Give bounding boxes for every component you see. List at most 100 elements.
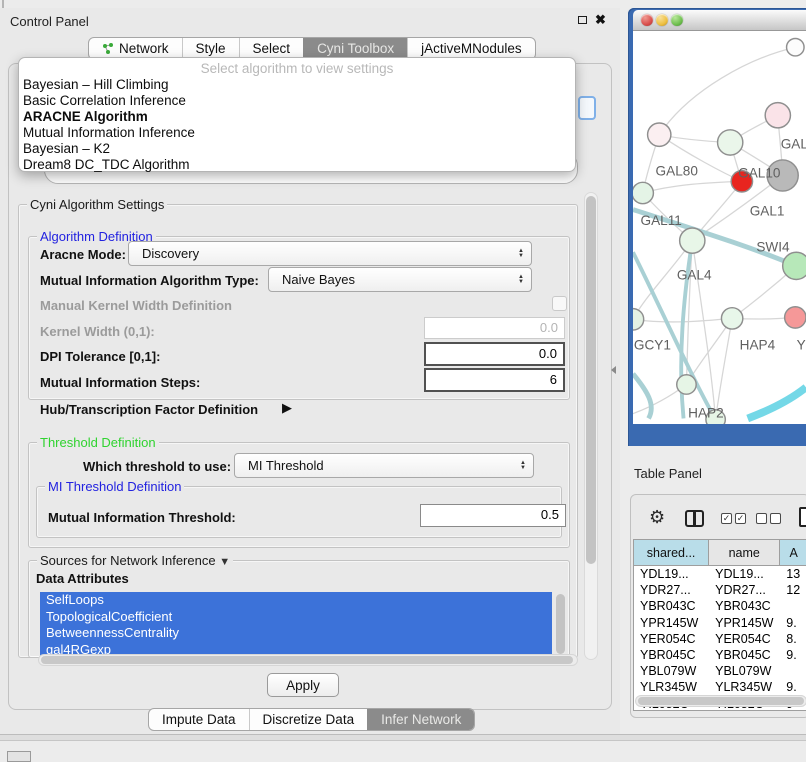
tab-cyni-toolbox[interactable]: Cyni Toolbox — [303, 38, 407, 59]
table-cell[interactable]: YBR045C — [709, 647, 780, 663]
table-hscrollbar-track[interactable] — [635, 695, 806, 707]
attribute-item[interactable]: BetweennessCentrality — [40, 625, 552, 642]
settings-scrollbar-track[interactable] — [584, 192, 598, 660]
table-cell[interactable]: 9. — [780, 615, 806, 631]
network-node[interactable] — [680, 228, 705, 253]
settings-scrollbar-thumb[interactable] — [586, 196, 596, 564]
table-row[interactable]: YDL19...YDL19...13 — [634, 566, 806, 582]
table-cell[interactable]: YER054C — [634, 631, 709, 647]
table-cell[interactable]: YER054C — [709, 631, 780, 647]
table-cell[interactable]: YBR043C — [709, 598, 780, 614]
algorithm-item[interactable]: Mutual Information Inference — [19, 125, 575, 141]
network-node[interactable] — [633, 182, 653, 203]
which-threshold-combo[interactable]: MI Threshold ▲▼ — [234, 453, 534, 478]
network-node[interactable] — [783, 252, 806, 279]
mi-steps-field[interactable]: 6 — [424, 368, 565, 392]
tab-select[interactable]: Select — [239, 38, 304, 59]
splitter-collapse-icon[interactable] — [611, 366, 616, 374]
gear-icon[interactable]: ⚙ — [649, 508, 665, 526]
zoom-window-icon[interactable] — [671, 14, 683, 26]
network-node[interactable] — [677, 375, 696, 394]
table-row[interactable]: YLR345WYLR345W9. — [634, 679, 806, 695]
algorithm-item[interactable]: Basic Correlation Inference — [19, 93, 575, 109]
tab-style[interactable]: Style — [182, 38, 239, 59]
table-cell[interactable] — [780, 663, 806, 679]
network-edge — [633, 374, 651, 419]
table-cell[interactable]: YPR145W — [709, 615, 780, 631]
table-cell[interactable]: 9. — [780, 647, 806, 663]
algorithm-item[interactable]: Bayesian – Hill Climbing — [19, 77, 575, 93]
table-cell[interactable]: YLR345W — [634, 679, 709, 695]
settings-hscrollbar-track[interactable] — [38, 654, 578, 666]
table-row[interactable]: YPR145WYPR145W9. — [634, 615, 806, 631]
column-header[interactable]: shared... — [634, 540, 709, 565]
table-cell[interactable]: 8. — [780, 631, 806, 647]
tab-impute-data[interactable]: Impute Data — [149, 709, 249, 730]
table-cell[interactable]: YDL19... — [634, 566, 709, 582]
select-all-checkboxes-icon[interactable]: ✓✓ — [721, 513, 749, 524]
table-row[interactable]: YBR045CYBR045C9. — [634, 647, 806, 663]
manual-kernel-checkbox[interactable] — [552, 296, 567, 311]
network-canvas[interactable]: GALGAL80GAL10GAL1GAL11SWI4GAL4GCY1HAP4YH… — [633, 31, 806, 424]
cyni-settings-group-title: Cyni Algorithm Settings — [27, 197, 167, 212]
algorithm-item[interactable]: Bayesian – K2 — [19, 141, 575, 157]
algorithm-item[interactable]: Dream8 DC_TDC Algorithm — [19, 157, 575, 173]
settings-hscrollbar-thumb[interactable] — [41, 656, 573, 664]
table-cell[interactable]: YDR27... — [634, 582, 709, 598]
minimize-window-icon[interactable] — [656, 14, 668, 26]
mi-type-combo[interactable]: Naive Bayes ▲▼ — [268, 267, 532, 292]
tab-discretize-data[interactable]: Discretize Data — [249, 709, 368, 730]
column-header[interactable]: name — [709, 540, 780, 565]
table-row[interactable]: YBR043CYBR043C — [634, 598, 806, 614]
dpi-tolerance-field[interactable]: 0.0 — [424, 342, 565, 366]
focused-combo-fragment[interactable] — [578, 96, 596, 120]
tab-infer-network[interactable]: Infer Network — [367, 709, 474, 730]
network-node[interactable] — [785, 307, 806, 328]
float-panel-button[interactable] — [578, 16, 587, 24]
table-cell[interactable]: YBL079W — [634, 663, 709, 679]
deselect-all-checkboxes-icon[interactable] — [756, 513, 784, 524]
table-cell[interactable]: YBL079W — [709, 663, 780, 679]
table-row[interactable]: YER054CYER054C8. — [634, 631, 806, 647]
kernel-width-field[interactable]: 0.0 — [424, 317, 565, 339]
split-columns-icon[interactable] — [685, 510, 704, 527]
attribute-item[interactable]: TopologicalCoefficient — [40, 609, 552, 626]
tab-network[interactable]: Network — [89, 38, 182, 59]
table-cell[interactable]: YBR043C — [634, 598, 709, 614]
tab-jactivemnodules[interactable]: jActiveMNodules — [407, 38, 535, 59]
close-panel-button[interactable]: ✖ — [595, 14, 606, 26]
table-cell[interactable] — [780, 598, 806, 614]
collapse-arrow-icon[interactable]: ▼ — [219, 556, 230, 568]
close-window-icon[interactable] — [641, 14, 653, 26]
table-cell[interactable]: YDR27... — [709, 582, 780, 598]
network-node[interactable] — [787, 38, 804, 55]
table-cell[interactable]: YPR145W — [634, 615, 709, 631]
new-table-icon[interactable] — [799, 507, 806, 527]
node-label: GAL80 — [656, 164, 699, 179]
cutoff-button-fragment[interactable] — [7, 751, 31, 762]
network-node[interactable] — [721, 308, 742, 329]
table-row[interactable]: YBL079WYBL079W — [634, 663, 806, 679]
network-node[interactable] — [633, 309, 644, 330]
node-label: GAL — [781, 136, 806, 151]
hub-expander-arrow-icon[interactable]: ▶ — [282, 400, 292, 416]
algorithm-item[interactable]: ARACNE Algorithm — [19, 109, 575, 125]
network-node[interactable] — [648, 123, 671, 146]
attributes-scrollbar-thumb[interactable] — [556, 594, 565, 654]
table-cell[interactable]: YBR045C — [634, 647, 709, 663]
table-hscrollbar-thumb[interactable] — [638, 697, 804, 705]
mi-threshold-field[interactable]: 0.5 — [420, 504, 566, 527]
table-row[interactable]: YDR27...YDR27...12 — [634, 582, 806, 598]
attribute-item[interactable]: SelfLoops — [40, 592, 552, 609]
table-cell[interactable]: 12 — [780, 582, 806, 598]
apply-button[interactable]: Apply — [267, 673, 339, 697]
aracne-mode-combo[interactable]: Discovery ▲▼ — [128, 241, 532, 266]
table-cell[interactable]: 13 — [780, 566, 806, 582]
table-cell[interactable]: 9. — [780, 679, 806, 695]
column-header[interactable]: A — [780, 540, 806, 565]
network-node[interactable] — [718, 130, 743, 155]
network-node[interactable] — [765, 103, 790, 128]
network-tab-icon — [102, 43, 114, 55]
table-cell[interactable]: YDL19... — [709, 566, 780, 582]
table-cell[interactable]: YLR345W — [709, 679, 780, 695]
